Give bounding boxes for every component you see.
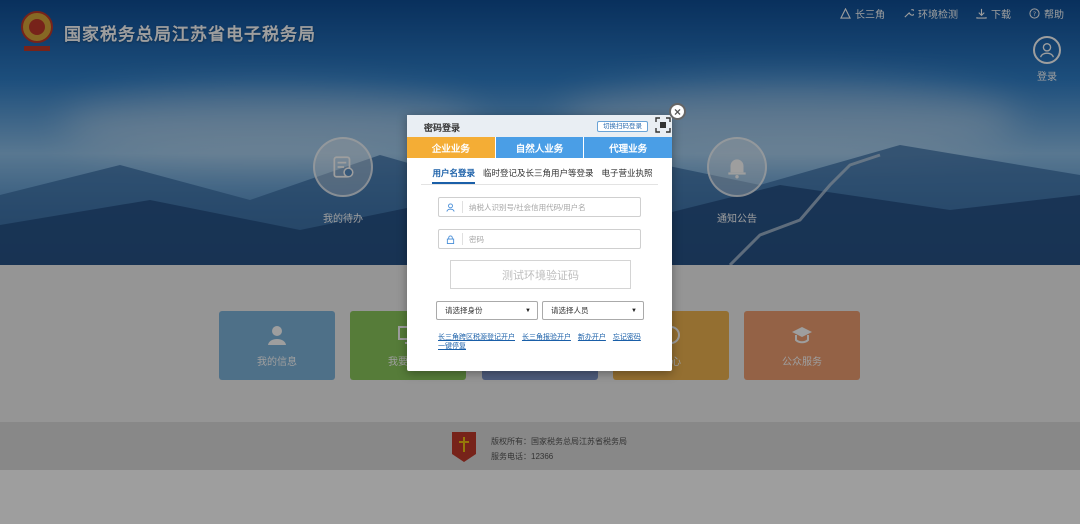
- password-input[interactable]: [463, 234, 633, 244]
- chevron-down-icon: ▼: [631, 307, 637, 314]
- lock-icon: [439, 233, 463, 245]
- link-one-click-suspend[interactable]: 一键停复: [438, 343, 466, 350]
- captcha-box[interactable]: 测试环境验证码: [450, 260, 631, 289]
- person-select-value: 请选择人员: [551, 306, 589, 315]
- switch-qr-login-button[interactable]: 切换扫码登录: [597, 121, 648, 132]
- identity-select-value: 请选择身份: [445, 306, 483, 315]
- link-new-account[interactable]: 新办开户: [578, 334, 606, 341]
- person-select[interactable]: 请选择人员 ▼: [542, 301, 644, 320]
- qr-code-icon[interactable]: [655, 117, 671, 133]
- login-dialog: 密码登录 切换扫码登录 企业业务 自然人业务 代理业务 用户名登录 临时登记及长…: [407, 115, 673, 371]
- tab-username-login[interactable]: 用户名登录: [432, 162, 475, 184]
- user-icon: [439, 201, 463, 213]
- footer-links: 长三角跨区税源登记开户 长三角报验开户 新办开户 忘记密码 一键停复: [438, 333, 648, 351]
- close-dialog-button[interactable]: ×: [669, 103, 686, 120]
- username-field[interactable]: [438, 197, 641, 217]
- business-tabs: 企业业务 自然人业务 代理业务: [407, 137, 673, 158]
- dialog-title: 密码登录: [424, 123, 461, 133]
- link-yrd-cross-region-open[interactable]: 长三角跨区税源登记开户: [438, 334, 515, 341]
- tab-individual[interactable]: 自然人业务: [494, 137, 584, 158]
- link-forgot-password[interactable]: 忘记密码: [613, 334, 641, 341]
- link-yrd-inspection-open[interactable]: 长三角报验开户: [522, 334, 571, 341]
- login-method-tabs: 用户名登录 临时登记及长三角用户等登录 电子营业执照: [407, 162, 672, 184]
- dialog-header: 密码登录 切换扫码登录: [407, 115, 672, 137]
- chevron-down-icon: ▼: [525, 307, 531, 314]
- tab-temporary-login[interactable]: 临时登记及长三角用户等登录: [483, 162, 594, 184]
- tab-agent[interactable]: 代理业务: [583, 137, 673, 158]
- identity-select[interactable]: 请选择身份 ▼: [436, 301, 538, 320]
- tab-enterprise[interactable]: 企业业务: [407, 137, 495, 158]
- password-field[interactable]: [438, 229, 641, 249]
- username-input[interactable]: [463, 202, 633, 212]
- tabs-divider: [421, 184, 658, 185]
- tab-business-license-login[interactable]: 电子营业执照: [602, 162, 653, 184]
